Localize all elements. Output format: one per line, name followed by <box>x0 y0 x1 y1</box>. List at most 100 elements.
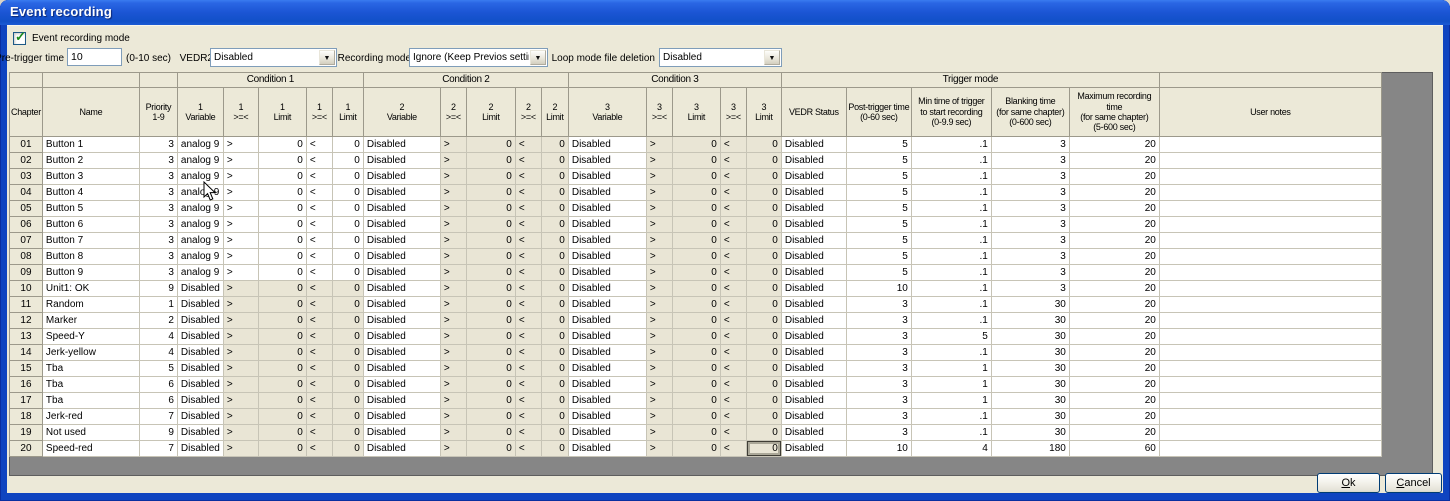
c1-op2-cell[interactable]: < <box>306 441 332 457</box>
user-notes-cell[interactable] <box>1159 297 1381 313</box>
c3-op2-cell[interactable]: < <box>720 281 746 297</box>
max-recording-time-cell[interactable]: 20 <box>1069 281 1159 297</box>
c3-op1-cell[interactable]: > <box>646 329 672 345</box>
c1-limit2-cell[interactable]: 0 <box>332 377 363 393</box>
c3-limit1-cell[interactable]: 0 <box>672 217 720 233</box>
c1-limit1-cell[interactable]: 0 <box>258 185 306 201</box>
c2-op2-cell[interactable]: < <box>515 281 541 297</box>
c3-variable-cell[interactable]: Disabled <box>568 425 646 441</box>
c2-limit2-cell[interactable]: 0 <box>541 169 568 185</box>
c1-op2-cell[interactable]: < <box>306 281 332 297</box>
c1-limit2-cell[interactable]: 0 <box>332 329 363 345</box>
post-trigger-time-cell[interactable]: 5 <box>846 201 911 217</box>
user-notes-cell[interactable] <box>1159 137 1381 153</box>
c2-limit1-cell[interactable]: 0 <box>466 377 515 393</box>
vedr-status-cell[interactable]: Disabled <box>781 249 846 265</box>
c3-op1-cell[interactable]: > <box>646 265 672 281</box>
c3-op2-cell[interactable]: < <box>720 313 746 329</box>
c1-op2-cell[interactable]: < <box>306 233 332 249</box>
post-trigger-time-cell[interactable]: 5 <box>846 169 911 185</box>
name-cell[interactable]: Tba <box>42 377 139 393</box>
c2-op2-cell[interactable]: < <box>515 297 541 313</box>
c2-op2-cell[interactable]: < <box>515 393 541 409</box>
c2-limit1-cell[interactable]: 0 <box>466 345 515 361</box>
c2-op1-cell[interactable]: > <box>440 425 466 441</box>
c2-variable-cell[interactable]: Disabled <box>363 201 440 217</box>
c2-variable-cell[interactable]: Disabled <box>363 409 440 425</box>
vedr-status-cell[interactable]: Disabled <box>781 153 846 169</box>
c3-op1-cell[interactable]: > <box>646 281 672 297</box>
max-recording-time-cell[interactable]: 20 <box>1069 201 1159 217</box>
vedr-status-cell[interactable]: Disabled <box>781 361 846 377</box>
c2-limit1-cell[interactable]: 0 <box>466 169 515 185</box>
user-notes-cell[interactable] <box>1159 249 1381 265</box>
c2-variable-cell[interactable]: Disabled <box>363 281 440 297</box>
c1-variable-cell[interactable]: analog 9 <box>177 185 223 201</box>
c1-op2-cell[interactable]: < <box>306 217 332 233</box>
c2-variable-cell[interactable]: Disabled <box>363 441 440 457</box>
c2-op2-cell[interactable]: < <box>515 137 541 153</box>
name-cell[interactable]: Button 6 <box>42 217 139 233</box>
c2-op1-cell[interactable]: > <box>440 137 466 153</box>
c2-op1-cell[interactable]: > <box>440 361 466 377</box>
c2-op1-cell[interactable]: > <box>440 217 466 233</box>
max-recording-time-cell[interactable]: 20 <box>1069 409 1159 425</box>
name-cell[interactable]: Button 4 <box>42 185 139 201</box>
post-trigger-time-cell[interactable]: 3 <box>846 425 911 441</box>
c2-limit1-cell[interactable]: 0 <box>466 441 515 457</box>
c1-op1-cell[interactable]: > <box>223 249 258 265</box>
vedr-status-cell[interactable]: Disabled <box>781 425 846 441</box>
c1-limit2-cell[interactable]: 0 <box>332 201 363 217</box>
priority-cell[interactable]: 7 <box>139 409 177 425</box>
c2-variable-cell[interactable]: Disabled <box>363 377 440 393</box>
c3-variable-cell[interactable]: Disabled <box>568 409 646 425</box>
c1-variable-cell[interactable]: Disabled <box>177 409 223 425</box>
c2-op2-cell[interactable]: < <box>515 345 541 361</box>
c2-limit2-cell[interactable]: 0 <box>541 281 568 297</box>
c3-op2-cell[interactable]: < <box>720 345 746 361</box>
blanking-time-cell[interactable]: 3 <box>991 185 1069 201</box>
c3-limit2-cell[interactable]: 0 <box>746 313 781 329</box>
c2-variable-cell[interactable]: Disabled <box>363 185 440 201</box>
c2-op2-cell[interactable]: < <box>515 425 541 441</box>
c1-op2-cell[interactable]: < <box>306 265 332 281</box>
blanking-time-cell[interactable]: 30 <box>991 329 1069 345</box>
c2-limit2-cell[interactable]: 0 <box>541 377 568 393</box>
c3-limit2-cell[interactable]: 0 <box>746 393 781 409</box>
post-trigger-time-cell[interactable]: 5 <box>846 217 911 233</box>
c1-op1-cell[interactable]: > <box>223 409 258 425</box>
c2-limit2-cell[interactable]: 0 <box>541 185 568 201</box>
priority-cell[interactable]: 9 <box>139 281 177 297</box>
c3-op2-cell[interactable]: < <box>720 377 746 393</box>
c3-op2-cell[interactable]: < <box>720 233 746 249</box>
vedr-status-cell[interactable]: Disabled <box>781 265 846 281</box>
c2-limit2-cell[interactable]: 0 <box>541 249 568 265</box>
blanking-time-cell[interactable]: 180 <box>991 441 1069 457</box>
c1-variable-cell[interactable]: analog 9 <box>177 249 223 265</box>
vedr-status-cell[interactable]: Disabled <box>781 297 846 313</box>
c1-limit1-cell[interactable]: 0 <box>258 169 306 185</box>
c3-variable-cell[interactable]: Disabled <box>568 265 646 281</box>
min-trigger-time-cell[interactable]: .1 <box>911 201 991 217</box>
c2-limit2-cell[interactable]: 0 <box>541 153 568 169</box>
c1-variable-cell[interactable]: analog 9 <box>177 153 223 169</box>
c2-op1-cell[interactable]: > <box>440 153 466 169</box>
min-trigger-time-cell[interactable]: .1 <box>911 345 991 361</box>
c1-op2-cell[interactable]: < <box>306 297 332 313</box>
c3-op1-cell[interactable]: > <box>646 217 672 233</box>
max-recording-time-cell[interactable]: 20 <box>1069 169 1159 185</box>
post-trigger-time-cell[interactable]: 3 <box>846 409 911 425</box>
vedr-status-cell[interactable]: Disabled <box>781 217 846 233</box>
c1-variable-cell[interactable]: Disabled <box>177 329 223 345</box>
c3-limit2-cell[interactable]: 0 <box>746 249 781 265</box>
c2-op1-cell[interactable]: > <box>440 265 466 281</box>
c1-op1-cell[interactable]: > <box>223 217 258 233</box>
c1-op2-cell[interactable]: < <box>306 409 332 425</box>
name-cell[interactable]: Marker <box>42 313 139 329</box>
max-recording-time-cell[interactable]: 20 <box>1069 137 1159 153</box>
min-trigger-time-cell[interactable]: .1 <box>911 233 991 249</box>
c3-op1-cell[interactable]: > <box>646 393 672 409</box>
c1-variable-cell[interactable]: Disabled <box>177 281 223 297</box>
c3-op1-cell[interactable]: > <box>646 345 672 361</box>
c1-variable-cell[interactable]: analog 9 <box>177 265 223 281</box>
